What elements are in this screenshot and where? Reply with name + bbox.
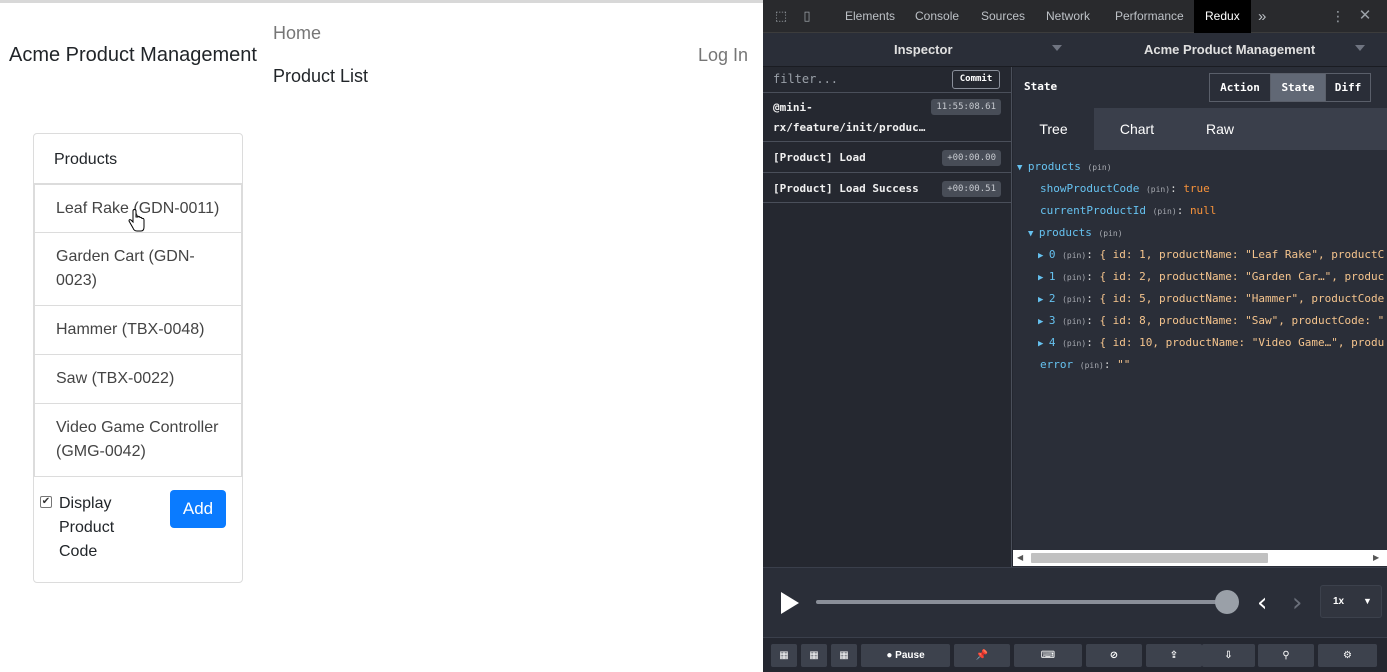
tree-node-product-item[interactable]: ▶ 2 (pin): { id: 5, productName: "Hammer…: [1038, 288, 1384, 310]
scrollbar-thumb[interactable]: [1031, 553, 1268, 563]
tab-sources[interactable]: Sources: [981, 0, 1025, 33]
scroll-left-icon[interactable]: ◀: [1017, 553, 1023, 562]
action-name: [Product] Load Success: [773, 182, 919, 195]
tree-node-current-id: currentProductId (pin): null: [1040, 204, 1217, 217]
product-list-item[interactable]: Hammer (TBX-0048): [34, 306, 242, 355]
remote-icon[interactable]: ⚲: [1258, 644, 1314, 667]
mode-action-button[interactable]: Action: [1209, 73, 1271, 102]
action-name: [Product] Load: [773, 151, 866, 164]
chevron-down-icon[interactable]: [1052, 45, 1062, 51]
nav-home-link[interactable]: Home: [273, 23, 321, 44]
tab-elements[interactable]: Elements: [845, 0, 895, 33]
tree-node-product-item[interactable]: ▶ 3 (pin): { id: 8, productName: "Saw", …: [1038, 310, 1384, 332]
action-time: 11:55:08.61: [931, 99, 1001, 115]
filter-input[interactable]: filter...: [773, 72, 838, 86]
product-list-item[interactable]: Video Game Controller (GMG-0042): [34, 404, 242, 477]
time-travel-bar: ‹ › 1x ▼: [763, 567, 1387, 637]
tree-node-product-item[interactable]: ▶ 4 (pin): { id: 10, productName: "Video…: [1038, 332, 1384, 354]
tree-node-root[interactable]: ▼ products (pin): [1017, 156, 1112, 178]
device-toolbar-icon[interactable]: ▯: [799, 8, 815, 24]
horizontal-scrollbar[interactable]: ◀ ▶: [1013, 550, 1387, 566]
card-footer: ✔ Display Product Code Add: [34, 478, 242, 560]
action-time: +00:00.00: [942, 150, 1001, 166]
tree-node-product-item[interactable]: ▶ 0 (pin): { id: 1, productName: "Leaf R…: [1038, 244, 1384, 266]
pin-icon[interactable]: 📌: [954, 644, 1010, 667]
state-subtabs: Tree Chart Raw: [1013, 108, 1387, 150]
import-icon[interactable]: ⇩: [1202, 644, 1255, 667]
inspect-element-icon[interactable]: ⬚: [773, 8, 789, 24]
tab-network[interactable]: Network: [1046, 0, 1090, 33]
action-list-pane: filter... Commit @mini- rx/feature/init/…: [763, 67, 1012, 567]
state-pane: State Action State Diff Tree Chart Raw ▼…: [1013, 67, 1387, 567]
scroll-right-icon[interactable]: ▶: [1373, 553, 1379, 562]
state-header: State Action State Diff: [1013, 67, 1387, 107]
action-name: @mini-: [773, 101, 813, 114]
settings-gear-icon[interactable]: ⚙: [1318, 644, 1377, 667]
action-name-cont: rx/feature/init/produc…: [773, 121, 926, 134]
product-list-item[interactable]: Saw (TBX-0022): [34, 355, 242, 404]
action-item[interactable]: [Product] Load Success +00:00.51: [763, 172, 1011, 203]
play-icon[interactable]: [781, 592, 799, 614]
action-time: +00:00.51: [942, 181, 1001, 197]
nav-product-list-link[interactable]: Product List: [273, 66, 368, 87]
pause-label: Pause: [895, 650, 925, 661]
previous-icon[interactable]: ‹: [1257, 588, 1267, 618]
tab-tree[interactable]: Tree: [1013, 108, 1094, 150]
hand-cursor-icon: [128, 209, 145, 232]
pause-button[interactable]: ● Pause: [861, 644, 950, 667]
tree-node-products[interactable]: ▼ products (pin): [1028, 222, 1123, 244]
bottom-toolbar: ▦ ▦ ▦ ● Pause 📌 ⌨ ⊘ ⇪ ⇩ ⚲ ⚙: [763, 637, 1387, 672]
inspector-bar: Inspector Acme Product Management: [763, 33, 1387, 67]
store-select[interactable]: Acme Product Management: [1144, 42, 1315, 57]
tab-raw[interactable]: Raw: [1180, 108, 1260, 150]
layout-left-icon[interactable]: ▦: [771, 644, 797, 667]
display-code-checkbox[interactable]: ✔: [40, 496, 52, 508]
product-list-item[interactable]: Garden Cart (GDN-0023): [34, 233, 242, 306]
state-tree: ▼ products (pin) showProductCode (pin): …: [1013, 150, 1387, 550]
chevron-down-icon[interactable]: [1355, 45, 1365, 51]
next-icon[interactable]: ›: [1292, 588, 1302, 618]
devtools-panel: ⬚ ▯ Elements Console Sources Network Per…: [763, 0, 1387, 672]
speed-value: 1x: [1333, 596, 1345, 607]
chevron-down-icon: ▼: [1363, 596, 1372, 606]
more-tabs-icon[interactable]: »: [1258, 0, 1266, 33]
products-card: Products Leaf Rake (GDN-0011) Garden Car…: [33, 133, 243, 583]
action-item[interactable]: [Product] Load +00:00.00: [763, 141, 1011, 172]
action-item[interactable]: @mini- rx/feature/init/produc… 11:55:08.…: [763, 92, 1011, 141]
app-page: Acme Product Management Home Product Lis…: [0, 0, 763, 672]
tab-chart[interactable]: Chart: [1094, 108, 1180, 150]
layout-bottom-icon[interactable]: ▦: [831, 644, 857, 667]
tree-node-product-item[interactable]: ▶ 1 (pin): { id: 2, productName: "Garden…: [1038, 266, 1384, 288]
brand-title[interactable]: Acme Product Management: [9, 44, 257, 67]
slider-knob[interactable]: [1215, 590, 1239, 614]
layout-right-icon[interactable]: ▦: [801, 644, 827, 667]
close-icon[interactable]: ✕: [1357, 8, 1373, 24]
tab-redux[interactable]: Redux: [1194, 0, 1251, 33]
lock-icon[interactable]: ⊘: [1086, 644, 1142, 667]
login-link[interactable]: Log In: [698, 45, 748, 66]
tab-console[interactable]: Console: [915, 0, 959, 33]
keyboard-icon[interactable]: ⌨: [1014, 644, 1082, 667]
commit-button[interactable]: Commit: [952, 70, 1000, 89]
tab-performance[interactable]: Performance: [1115, 0, 1184, 33]
speed-select[interactable]: 1x ▼: [1320, 585, 1382, 618]
slider-track[interactable]: [816, 600, 1228, 604]
devtools-tabbar: ⬚ ▯ Elements Console Sources Network Per…: [763, 0, 1387, 33]
display-code-label: Display Product Code: [59, 495, 115, 560]
products-card-header: Products: [34, 134, 242, 184]
state-title: State: [1024, 80, 1058, 93]
export-icon[interactable]: ⇪: [1146, 644, 1202, 667]
pause-icon: ●: [886, 650, 896, 661]
mode-state-button[interactable]: State: [1270, 73, 1326, 102]
kebab-menu-icon[interactable]: ⋮: [1330, 8, 1346, 24]
inspector-select[interactable]: Inspector: [894, 42, 953, 57]
tree-node-error: error (pin): "": [1040, 358, 1131, 371]
tree-node-show-code: showProductCode (pin): true: [1040, 182, 1210, 195]
add-button[interactable]: Add: [170, 490, 226, 528]
mode-diff-button[interactable]: Diff: [1325, 73, 1371, 102]
